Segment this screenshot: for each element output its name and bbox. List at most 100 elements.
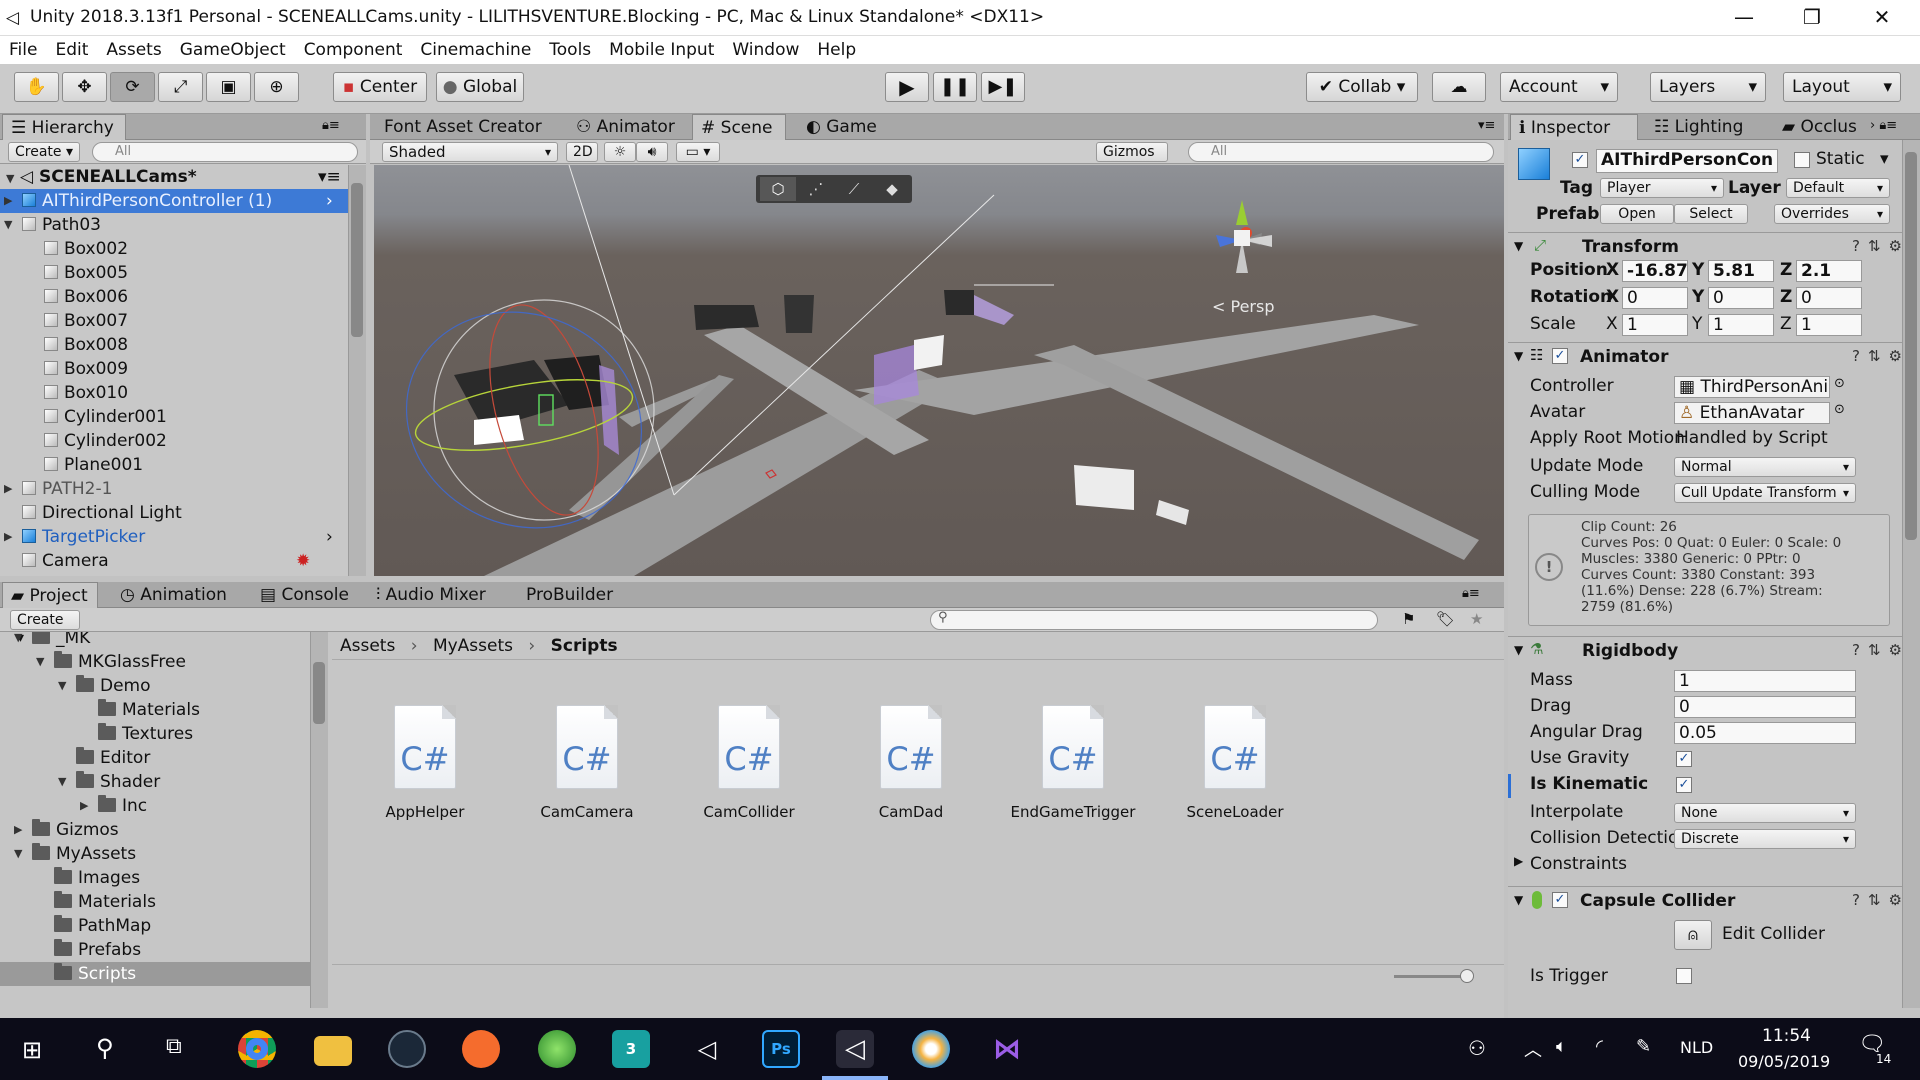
menu-edit[interactable]: Edit: [46, 36, 97, 64]
icon-size-slider[interactable]: [1394, 975, 1466, 978]
foldout-arrow-icon[interactable]: ▼: [58, 674, 72, 698]
hierarchy-item[interactable]: Camera ✹: [0, 549, 350, 573]
minimize-button[interactable]: —: [1714, 0, 1774, 36]
volume-icon[interactable]: 🔈︎: [1556, 1036, 1567, 1057]
tab-console[interactable]: ▤ Console: [252, 582, 357, 608]
breadcrumb-myassets[interactable]: MyAssets: [433, 636, 513, 656]
foldout-arrow-icon[interactable]: ▶: [80, 794, 94, 818]
cloud-icon[interactable]: ☁: [1432, 72, 1486, 102]
menu-file[interactable]: File: [0, 36, 46, 64]
scene-viewport[interactable]: ⬡ ⋰ ⟋ ◆ < Persp: [374, 165, 1504, 576]
tab-scene[interactable]: # Scene: [692, 114, 786, 140]
foldout-arrow-icon[interactable]: ▼: [58, 770, 72, 794]
animator-enabled-checkbox[interactable]: ✓: [1552, 348, 1568, 364]
hierarchy-scrollbar[interactable]: [348, 165, 366, 576]
tab-occlusion[interactable]: ▰ Occlus: [1774, 114, 1865, 140]
project-folder-item[interactable]: PathMap: [0, 914, 310, 938]
controller-field[interactable]: ▦ ThirdPersonAni: [1674, 376, 1830, 398]
interpolate-dropdown[interactable]: None: [1674, 803, 1856, 823]
drag-field[interactable]: 0: [1674, 696, 1856, 718]
maximize-button[interactable]: ❐: [1782, 0, 1842, 36]
hierarchy-item[interactable]: ▶ AIThirdPersonController (1) ›: [0, 189, 350, 213]
language-indicator[interactable]: NLD: [1680, 1038, 1713, 1057]
hand-tool-icon[interactable]: ✋: [14, 72, 59, 102]
project-folder-item[interactable]: Scripts: [0, 962, 310, 986]
file-explorer-icon[interactable]: [314, 1036, 352, 1066]
clock-time[interactable]: 11:54: [1762, 1026, 1811, 1046]
fold-arrow-icon[interactable]: ▼: [1514, 893, 1523, 907]
capsule-enabled-checkbox[interactable]: ✓: [1552, 892, 1568, 908]
project-tree-scrollbar[interactable]: [310, 632, 328, 1008]
open-prefab-arrow-icon[interactable]: ›: [326, 525, 333, 549]
hierarchy-item[interactable]: Plane001: [0, 453, 350, 477]
fold-arrow-icon[interactable]: ▼: [1514, 643, 1523, 657]
capsule-collider-header[interactable]: ▼ ✓ Capsule Collider ?⇅⚙: [1508, 886, 1920, 914]
breadcrumb-assets[interactable]: Assets: [340, 636, 395, 656]
transform-x-field[interactable]: 0: [1622, 287, 1688, 309]
hierarchy-item[interactable]: ▶ PATH2-1: [0, 477, 350, 501]
3dsmax-icon[interactable]: 3: [612, 1030, 650, 1068]
project-folder-item[interactable]: Editor: [0, 746, 310, 770]
paint-icon[interactable]: [912, 1030, 950, 1068]
open-prefab-arrow-icon[interactable]: ›: [326, 189, 333, 213]
tab-inspector[interactable]: ℹ Inspector: [1510, 114, 1638, 140]
project-folder-item[interactable]: ▶ Gizmos: [0, 818, 310, 842]
vertex-mode-icon[interactable]: ⋰: [798, 177, 834, 201]
step-button[interactable]: ▶❚: [981, 72, 1025, 102]
breadcrumb-scripts[interactable]: Scripts: [551, 636, 618, 656]
is-kinematic-checkbox[interactable]: ✓: [1676, 777, 1692, 793]
hierarchy-item[interactable]: Box005: [0, 261, 350, 285]
foldout-arrow-icon[interactable]: ▼: [14, 842, 28, 866]
project-create-dropdown[interactable]: Create ▾: [10, 610, 80, 646]
animator-header[interactable]: ▼ ☷ ✓ Animator ?⇅⚙: [1508, 342, 1920, 370]
search-icon[interactable]: ⚲: [96, 1034, 114, 1062]
collision-detection-dropdown[interactable]: Discrete: [1674, 829, 1856, 849]
project-folder-item[interactable]: Prefabs: [0, 938, 310, 962]
project-folder-item[interactable]: Images: [0, 866, 310, 890]
asset-item[interactable]: C# AppHelper: [350, 705, 500, 821]
hierarchy-create-dropdown[interactable]: Create ▾: [8, 142, 80, 162]
mass-field[interactable]: 1: [1674, 670, 1856, 692]
fold-arrow-icon[interactable]: ▼: [1514, 349, 1523, 363]
project-folder-item[interactable]: ▼ Shader: [0, 770, 310, 794]
unity-editor-icon[interactable]: ◁: [836, 1030, 874, 1068]
asset-item[interactable]: C# CamDad: [836, 705, 986, 821]
tab-game[interactable]: ◐ Game: [798, 114, 885, 140]
transform-z-field[interactable]: 2.1: [1796, 260, 1862, 282]
project-folder-item[interactable]: Textures: [0, 722, 310, 746]
prefab-overrides-dropdown[interactable]: Overrides: [1774, 204, 1890, 224]
culling-mode-dropdown[interactable]: Cull Update Transform: [1674, 483, 1856, 503]
project-folder-item[interactable]: ▼ MKGlassFree: [0, 650, 310, 674]
transform-x-field[interactable]: -16.87: [1622, 260, 1688, 282]
transform-z-field[interactable]: 0: [1796, 287, 1862, 309]
menu-help[interactable]: Help: [808, 36, 865, 64]
update-mode-dropdown[interactable]: Normal: [1674, 457, 1856, 477]
menu-tools[interactable]: Tools: [540, 36, 600, 64]
windows-start-icon[interactable]: ⊞: [22, 1036, 42, 1064]
clock-date[interactable]: 09/05/2019: [1738, 1052, 1830, 1071]
project-folder-item[interactable]: ▼ MyAssets: [0, 842, 310, 866]
project-menu-icon[interactable]: 🔒︎≡: [1462, 586, 1480, 601]
rotate-tool-icon[interactable]: ⟳: [110, 72, 155, 102]
favorite-star-icon[interactable]: ★: [1470, 610, 1483, 628]
foldout-arrow-icon[interactable]: ▼: [4, 213, 18, 237]
orientation-gizmo-icon[interactable]: [1202, 195, 1282, 285]
foldout-arrow-icon[interactable]: ▶: [14, 818, 28, 842]
hierarchy-item[interactable]: Cylinder002: [0, 429, 350, 453]
icon-size-slider-thumb[interactable]: [1460, 969, 1474, 983]
collab-dropdown[interactable]: ✔ Collab ▾: [1306, 72, 1418, 102]
hierarchy-scrollbar-thumb[interactable]: [351, 183, 363, 337]
avatar-picker-icon[interactable]: ⊙: [1834, 402, 1845, 417]
layout-dropdown[interactable]: Layout ▾: [1783, 72, 1901, 102]
shading-mode-dropdown[interactable]: Shaded: [382, 142, 558, 162]
tab-animator[interactable]: ⚇ Animator: [568, 114, 683, 140]
menu-gameobject[interactable]: GameObject: [171, 36, 295, 64]
filter-label-icon[interactable]: 🏷︎: [1436, 610, 1455, 628]
controller-picker-icon[interactable]: ⊙: [1834, 376, 1845, 391]
pivot-space-toggle[interactable]: ● Global: [436, 72, 524, 102]
tab-animation[interactable]: ◷ Animation: [112, 582, 235, 608]
project-tree-scrollbar-thumb[interactable]: [313, 662, 325, 724]
hierarchy-item[interactable]: ▶ TargetPicker ›: [0, 525, 350, 549]
inspector-menu-icon[interactable]: › 🔒︎≡: [1870, 118, 1897, 133]
photoshop-icon[interactable]: Ps: [762, 1030, 800, 1068]
